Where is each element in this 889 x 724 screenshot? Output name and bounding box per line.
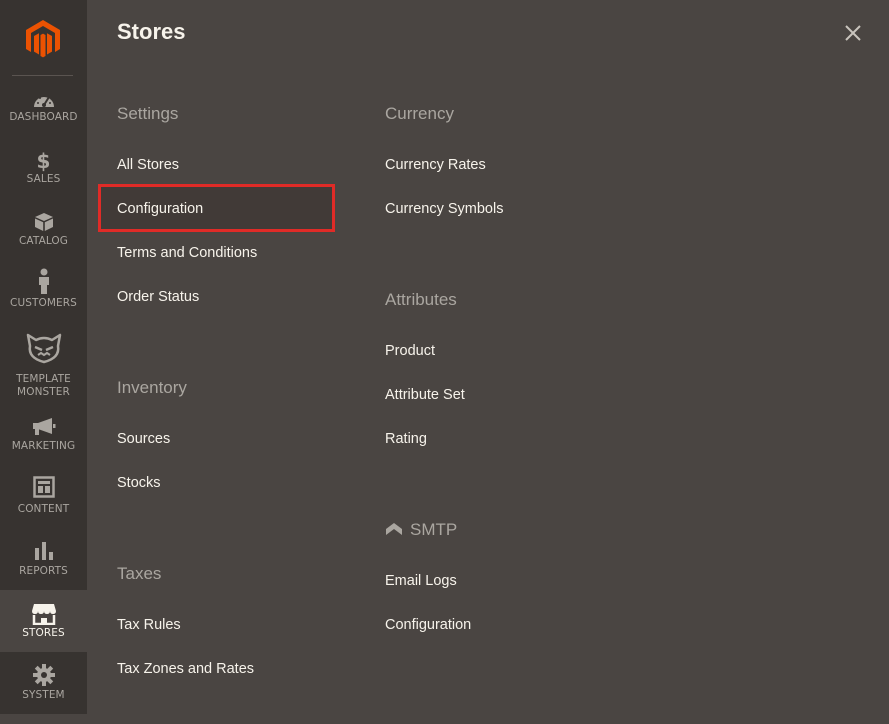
nav-sales[interactable]: $ SALES bbox=[0, 148, 87, 210]
store-icon bbox=[0, 603, 87, 629]
nav-content-label: CONTENT bbox=[17, 503, 70, 515]
link-order-status[interactable]: Order Status bbox=[117, 289, 199, 305]
section-inventory-heading: Inventory bbox=[117, 378, 187, 397]
link-configuration[interactable]: Configuration bbox=[117, 201, 203, 217]
section-smtp-heading: SMTP bbox=[410, 520, 458, 539]
nav-dashboard-label: DASHBOARD bbox=[9, 111, 78, 123]
link-sources[interactable]: Sources bbox=[117, 431, 170, 447]
close-icon bbox=[845, 25, 861, 41]
link-rating[interactable]: Rating bbox=[385, 431, 427, 447]
nav-content[interactable]: CONTENT bbox=[0, 476, 87, 538]
bar-chart-icon bbox=[0, 540, 87, 564]
link-attribute-set[interactable]: Attribute Set bbox=[385, 387, 465, 403]
person-icon bbox=[0, 268, 87, 298]
megaphone-icon bbox=[0, 418, 87, 440]
link-currency-rates[interactable]: Currency Rates bbox=[385, 157, 486, 173]
link-currency-symbols[interactable]: Currency Symbols bbox=[385, 201, 503, 217]
logo-divider bbox=[12, 75, 73, 76]
magento-logo[interactable] bbox=[0, 0, 87, 76]
nav-dashboard[interactable]: DASHBOARD bbox=[0, 86, 87, 148]
nav-customers-label: CUSTOMERS bbox=[10, 297, 77, 309]
magento-logo-icon bbox=[26, 20, 60, 58]
section-taxes-heading: Taxes bbox=[117, 564, 162, 583]
nav-monster-label: MONSTER bbox=[17, 386, 70, 398]
dashboard-icon bbox=[0, 91, 87, 113]
link-terms-and-conditions[interactable]: Terms and Conditions bbox=[117, 245, 257, 261]
nav-customers[interactable]: CUSTOMERS bbox=[0, 268, 87, 330]
link-tax-zones-and-rates[interactable]: Tax Zones and Rates bbox=[117, 661, 254, 677]
section-currency-heading: Currency bbox=[385, 104, 454, 123]
box-icon bbox=[0, 212, 87, 236]
section-attributes-heading: Attributes bbox=[385, 290, 457, 309]
page-title: Stores bbox=[117, 19, 186, 44]
link-smtp-configuration[interactable]: Configuration bbox=[385, 617, 471, 633]
section-settings-heading: Settings bbox=[117, 104, 179, 123]
nav-template-monster[interactable]: TEMPLATE MONSTER bbox=[0, 330, 87, 402]
nav-catalog[interactable]: CATALOG bbox=[0, 210, 87, 272]
link-stocks[interactable]: Stocks bbox=[117, 475, 161, 491]
link-tax-rules[interactable]: Tax Rules bbox=[117, 617, 181, 633]
nav-system[interactable]: SYSTEM bbox=[0, 662, 87, 724]
nav-sales-label: SALES bbox=[26, 173, 61, 185]
admin-sidebar: DASHBOARD $ SALES CATALOG CUSTOMERS TEMP… bbox=[0, 0, 87, 714]
smtp-chevron-icon bbox=[386, 523, 402, 535]
layout-icon bbox=[0, 476, 87, 502]
link-all-stores[interactable]: All Stores bbox=[117, 157, 179, 173]
nav-reports-label: REPORTS bbox=[19, 565, 68, 577]
dollar-icon: $ bbox=[36, 149, 51, 173]
link-email-logs[interactable]: Email Logs bbox=[385, 573, 457, 589]
link-product[interactable]: Product bbox=[385, 343, 435, 359]
nav-template-label: TEMPLATE bbox=[16, 373, 71, 385]
nav-catalog-label: CATALOG bbox=[18, 235, 69, 247]
gear-icon bbox=[0, 664, 87, 690]
close-button[interactable] bbox=[838, 18, 868, 48]
nav-system-label: SYSTEM bbox=[22, 689, 65, 701]
nav-marketing-label: MARKETING bbox=[11, 440, 76, 452]
nav-stores-label: STORES bbox=[22, 627, 65, 639]
nav-stores[interactable]: STORES bbox=[0, 590, 87, 652]
template-monster-icon bbox=[0, 332, 87, 368]
nav-marketing[interactable]: MARKETING bbox=[0, 414, 87, 476]
